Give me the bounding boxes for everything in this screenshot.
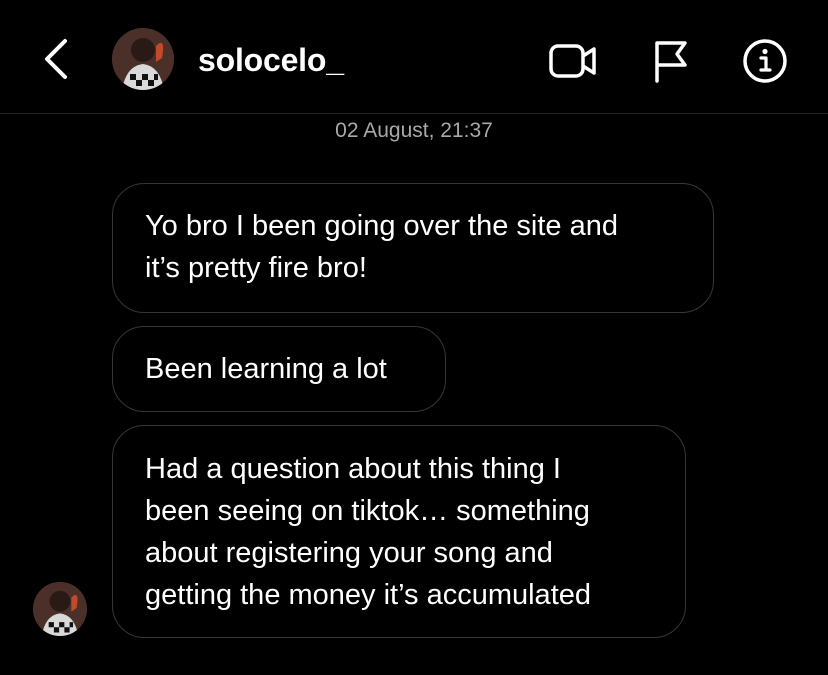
message-line: about registering your song and bbox=[145, 537, 553, 569]
message-line: it’s pretty fire bro! bbox=[145, 252, 367, 284]
info-icon bbox=[743, 39, 787, 83]
message-line: Had a question about this thing I bbox=[145, 453, 561, 485]
profile-photo bbox=[112, 28, 174, 90]
message-line: Been learning a lot bbox=[145, 353, 387, 385]
message-line: getting the money it’s accumulated bbox=[145, 579, 592, 611]
video-call-icon bbox=[549, 44, 596, 78]
message-bubble[interactable]: Had a question about this thing I been s… bbox=[112, 425, 686, 638]
back-button[interactable] bbox=[36, 34, 76, 84]
info-button[interactable] bbox=[740, 38, 790, 84]
sender-avatar[interactable] bbox=[33, 582, 87, 636]
message-line: been seeing on tiktok… something bbox=[145, 495, 590, 527]
report-button[interactable] bbox=[646, 38, 696, 84]
chat-username[interactable]: solocelo_ bbox=[198, 40, 344, 80]
message-bubble[interactable]: Been learning a lot bbox=[112, 326, 446, 412]
message-bubble[interactable]: Yo bro I been going over the site and it… bbox=[112, 183, 714, 313]
video-call-button[interactable] bbox=[548, 38, 598, 84]
chat-header: solocelo_ bbox=[0, 0, 828, 114]
avatar[interactable] bbox=[112, 28, 174, 90]
message-line: Yo bro I been going over the site and bbox=[145, 210, 618, 242]
flag-icon bbox=[655, 41, 687, 83]
chevron-left-icon bbox=[45, 39, 67, 79]
profile-photo bbox=[33, 582, 87, 636]
message-timestamp: 02 August, 21:37 bbox=[335, 119, 493, 142]
